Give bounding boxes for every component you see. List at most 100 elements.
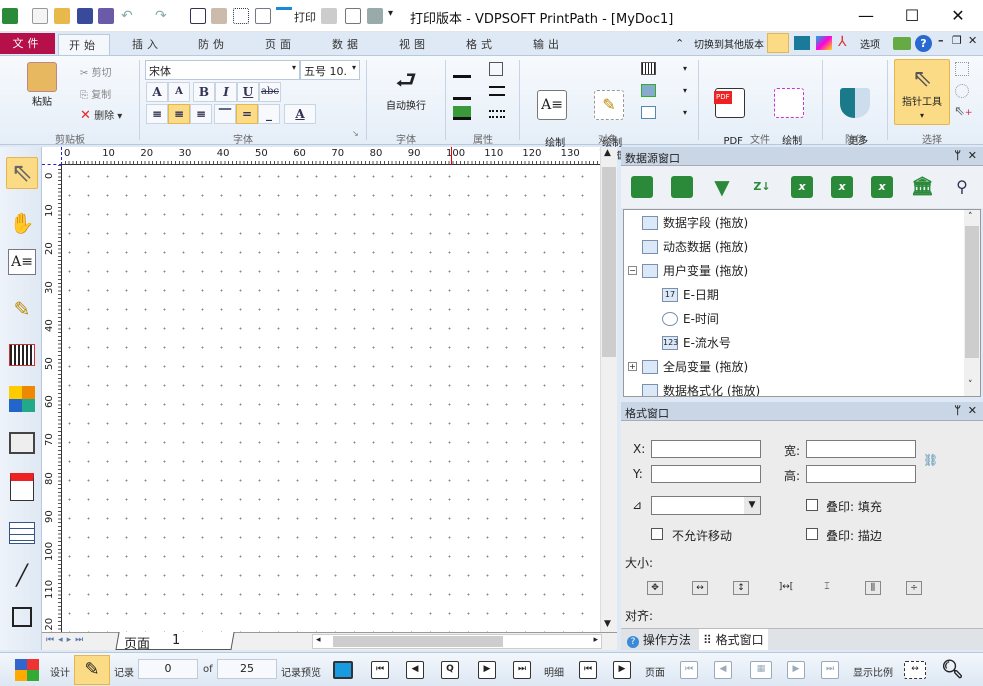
center-v-icon[interactable]: ÷ — [906, 581, 922, 595]
dropdown-arrow-icon[interactable]: ▾ — [683, 86, 687, 95]
last-record-button[interactable]: ⏭ — [513, 661, 531, 679]
cut-button[interactable]: ✂ 剪切 — [80, 64, 112, 79]
prev-record-button[interactable]: ◀ — [406, 661, 424, 679]
line-tool-icon[interactable]: ╱ — [6, 559, 38, 591]
paste-button[interactable]: 粘贴 — [24, 62, 60, 109]
preview-button[interactable] — [333, 661, 353, 679]
h-scroll-thumb[interactable] — [333, 636, 503, 647]
switch-version-button[interactable]: 切换到其他版本 — [694, 36, 764, 51]
filter-icon[interactable]: ▼ — [711, 176, 733, 198]
tree-item[interactable]: E-时间 — [662, 310, 719, 327]
overprint-stroke-checkbox[interactable] — [806, 528, 818, 540]
font-dialog-launcher-icon[interactable]: ↘ — [352, 129, 359, 138]
scroll-down-icon[interactable]: ▼ — [604, 619, 611, 629]
mdi-restore-icon[interactable]: ❐ — [952, 34, 962, 47]
lock-ratio-icon[interactable]: ⛓ — [923, 453, 938, 467]
minimize-button[interactable]: — — [846, 4, 886, 28]
page-all-button[interactable]: ▦ — [750, 661, 772, 679]
table-icon[interactable] — [641, 106, 656, 119]
page-last-button[interactable]: ⏭ — [821, 661, 839, 679]
pdf-mode-icon[interactable]: ⅄ — [838, 34, 847, 50]
design-mode-button[interactable]: ✎ — [74, 655, 110, 685]
font-size-select[interactable]: 五号 10. ▾ — [300, 60, 360, 80]
underline-button[interactable]: U — [237, 82, 259, 102]
italic-button[interactable]: I — [215, 82, 237, 102]
shadow-icon[interactable] — [453, 106, 471, 120]
tree-expander-icon[interactable]: − — [628, 266, 637, 275]
options-button[interactable]: 选项 — [860, 36, 880, 51]
valign-middle-button[interactable]: = — [236, 104, 258, 124]
edit-variable-icon[interactable]: x — [831, 176, 853, 198]
tab-insert[interactable]: 插入 — [122, 34, 172, 55]
vertical-scrollbar[interactable]: ▲ ▼ — [600, 147, 617, 632]
align-left-button[interactable]: ≡ — [146, 104, 168, 124]
quick-print-button[interactable]: 打印 — [294, 9, 316, 25]
detail-first-button[interactable]: ⏮ — [579, 661, 597, 679]
delete-variable-icon[interactable]: x — [871, 176, 893, 198]
tree-expander-icon[interactable]: + — [628, 362, 637, 371]
select-all-icon[interactable] — [955, 62, 969, 76]
collapse-ribbon-icon[interactable]: ⌃ — [675, 37, 684, 50]
scroll-up-icon[interactable]: ˄ — [968, 212, 973, 222]
open-icon[interactable] — [54, 8, 70, 24]
ruler-origin[interactable] — [42, 147, 62, 165]
printer-icon[interactable] — [367, 8, 383, 24]
image-icon[interactable] — [641, 84, 656, 97]
print-preview-icon[interactable] — [345, 8, 361, 24]
border-icon[interactable] — [489, 62, 503, 76]
mdi-minimize-icon[interactable]: – — [938, 34, 944, 47]
close-button[interactable]: ✕ — [938, 4, 978, 28]
record-input[interactable]: 0 — [138, 659, 198, 679]
tab-howto[interactable]: ? 操作方法 — [623, 629, 695, 649]
print-mode-icon[interactable] — [767, 33, 789, 53]
zoom-icon[interactable]: 🔍︎ — [941, 659, 964, 680]
page-first-button[interactable]: ⏮ — [680, 661, 698, 679]
hand-tool-icon[interactable]: ✋ — [6, 207, 38, 239]
barcode-tool-icon[interactable] — [6, 339, 38, 371]
help-icon[interactable]: ? — [915, 35, 932, 52]
page-next-button[interactable]: ▶ — [787, 661, 805, 679]
barcode-icon[interactable] — [641, 62, 656, 75]
pdf-tool-icon[interactable] — [6, 471, 38, 503]
height-input[interactable] — [806, 465, 916, 483]
page-prev-button[interactable]: ◀ — [714, 661, 732, 679]
add-variable-icon[interactable]: x — [791, 176, 813, 198]
chevron-down-icon[interactable]: ▼ — [744, 497, 760, 514]
add-database-icon[interactable] — [631, 176, 653, 198]
font-name-select[interactable]: 宋体 ▾ — [145, 60, 300, 80]
qrcode-tool-icon[interactable] — [6, 383, 38, 415]
align-center-button[interactable]: ≡ — [168, 104, 190, 124]
tree-item[interactable]: 动态数据 (拖放) — [642, 238, 748, 255]
same-size-icon[interactable]: ✥ — [647, 581, 663, 595]
align-right-button[interactable]: ≡ — [190, 104, 212, 124]
maximize-button[interactable]: ☐ — [892, 4, 932, 28]
dropdown-arrow-icon[interactable]: ▾ — [683, 108, 687, 117]
scroll-down-icon[interactable]: ˅ — [968, 380, 973, 390]
delete-button[interactable]: ✕ 删除 ▾ — [80, 107, 122, 123]
save-icon[interactable] — [77, 8, 93, 24]
v-spacing-icon[interactable]: ⌶ — [819, 581, 835, 595]
layout-icon[interactable] — [255, 8, 271, 24]
sort-icon[interactable]: Z↓ — [751, 176, 773, 198]
pin-icon[interactable]: ᛘ — [954, 149, 961, 162]
tab-view[interactable]: 视图 — [389, 34, 439, 55]
shrink-font-button[interactable]: A — [168, 82, 190, 102]
tab-file[interactable]: 文件 — [0, 33, 55, 54]
customize-qat-icon[interactable]: ▾ — [388, 8, 393, 19]
x-input[interactable] — [651, 440, 761, 458]
design-canvas[interactable] — [62, 165, 600, 632]
pin-icon[interactable]: ᛘ — [954, 404, 961, 417]
y-input[interactable] — [651, 465, 761, 483]
pointer-tool-icon[interactable]: ⇖ — [6, 157, 38, 189]
scroll-right-icon[interactable]: ▸ — [593, 635, 598, 645]
redo-icon[interactable]: ↷ — [155, 8, 171, 24]
tab-format-window[interactable]: ⠿ 格式窗口 — [699, 629, 768, 650]
same-height-icon[interactable]: ↕ — [733, 581, 749, 595]
fill-color-icon[interactable] — [453, 62, 471, 78]
text-frame-tool-icon[interactable]: ✎ — [6, 293, 38, 325]
tab-format[interactable]: 格式 — [456, 34, 506, 55]
page-nav-icons[interactable]: ⏮◂▸⏭ — [46, 635, 87, 645]
tab-data[interactable]: 数据 — [322, 34, 372, 55]
no-move-checkbox[interactable] — [651, 528, 663, 540]
line-width-icon[interactable] — [489, 86, 505, 96]
